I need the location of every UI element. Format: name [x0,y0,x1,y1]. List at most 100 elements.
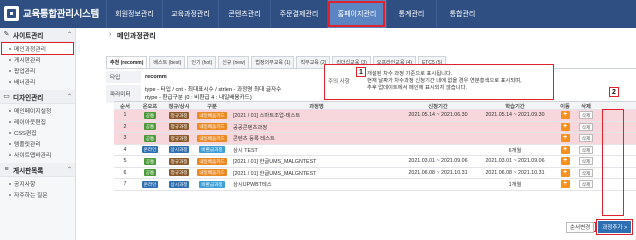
table-row: 4 온라인 상시과정 비환급과정 상시 TEST 6개월 + 삭제 [114,145,636,156]
cell-move: + [554,134,576,143]
top-menu-content[interactable]: 콘텐츠관리 [218,0,270,28]
cell-study-period: 2021.05.14 ~ 2021.09.30 [485,112,545,119]
table-body: 1 공통 정규과정 내일배움카드 [2021 / 01] 스마트조업-테스트 2021.0… [114,110,636,191]
type-tag: 비환급과정 [199,180,225,188]
sidebar-item-faq[interactable]: 자주하는 질문 [0,189,75,200]
delete-button[interactable]: 삭제 [578,122,594,131]
move-plus-icon[interactable]: + [560,157,570,166]
online-tag: 공통 [143,169,157,177]
col-no: 순서 [120,103,130,110]
online-tag: 온라인 [141,146,159,154]
sidebar-section-title: 사이트관리 [13,32,44,40]
cell-study-period: 2021.03.01 ~ 2021.09.06 [485,158,545,165]
top-menu-order[interactable]: 주문결제관리 [270,0,327,28]
reorder-button[interactable]: 순서변경 [566,221,595,233]
delete-button[interactable]: 삭제 [578,157,594,166]
sidebar-item-sitemap[interactable]: 사이트맵바관리 [0,149,75,160]
sidebar-item-banner[interactable]: 배너관리 [0,76,75,87]
online-tag: 공통 [143,157,157,165]
cell-course-name[interactable]: 상시 TEST [230,146,400,154]
cell-type: 내일배움카드 [194,134,230,142]
table-row: 6 공통 정규과정 내일배움카드 [2021 / 01] 한글UMS_MALGNTEST… [114,168,636,179]
category-tag: 정규과정 [168,169,190,177]
list-icon: ≡ [4,166,9,173]
move-plus-icon[interactable]: + [560,180,570,189]
type-tag: 내일배움카드 [197,169,227,177]
top-menu-integrated[interactable]: 통합관리 [436,0,488,28]
category-tag: 정규과정 [168,111,190,119]
tab-legal[interactable]: 법정의무교육 (1) [251,56,295,68]
cell-online: 공통 [136,123,164,131]
chevron-up-icon: ⌃ [66,94,72,100]
sidebar-item-main-course[interactable]: 메인과정관리 [1,42,74,55]
sidebar-section-boards[interactable]: ≡ 게시판목록 ⌃ [0,163,75,177]
tab-new[interactable]: 신규 (new) [218,56,250,68]
tab-hot[interactable]: 인기 (hot) [187,56,217,68]
delete-button[interactable]: 삭제 [578,168,594,177]
cell-delete: 삭제 [576,180,596,189]
move-plus-icon[interactable]: + [560,111,570,120]
cell-course-name[interactable]: [2021 / 01] 한글UMS_MALGNTEST [230,157,400,165]
cell-course-name[interactable]: 상시UPWBT테스 [230,180,400,188]
cell-no: 4 [123,146,127,153]
delete-button[interactable]: 삭제 [578,180,594,189]
cell-no: 2 [123,123,127,130]
notice-line: 현재 날짜가 차수과정 신청기간 내에 없을 경우 연분홍색으로 표시되며, [367,78,522,84]
cell-type: 내일배움카드 [194,169,230,177]
move-plus-icon[interactable]: + [560,168,570,177]
sidebar-item-notice[interactable]: 공지사항 [0,178,75,189]
delete-button[interactable]: 삭제 [578,111,594,120]
sidebar-item-layout[interactable]: 레이아웃편집 [0,116,75,127]
cell-course-name[interactable]: 콘텐츠 등록 테스트 [230,134,400,142]
cell-type: 내일배움카드 [194,111,230,119]
add-course-button[interactable]: 과정추가 > [596,219,634,235]
delete-button[interactable]: 삭제 [578,145,594,154]
sidebar-section-title: 디자인관리 [13,94,44,102]
cell-category: 정규과정 [164,169,194,177]
param-line: type - 타입 / cnt - 최대표시수 / strlen - 과정명 최… [145,87,282,93]
col-online: 온오프 [142,103,158,110]
cell-type: 내일배움카드 [194,157,230,165]
sidebar-item-template[interactable]: 템플릿관리 [0,138,75,149]
sidebar-item-main-page[interactable]: 메인페이지설정 [0,105,75,116]
sidebar-item-board[interactable]: 게시판관리 [0,54,75,65]
cell-move: + [554,157,576,166]
delete-column-highlight [602,109,624,216]
delete-button[interactable]: 삭제 [578,134,594,143]
sidebar-section-site[interactable]: ✎ 사이트관리 ⌃ [0,28,75,42]
cell-move: + [554,111,576,120]
move-plus-icon[interactable]: + [560,122,570,131]
top-menu-member[interactable]: 회원정보관리 [106,0,162,28]
logo[interactable]: 교육통합관리시스템 [4,5,99,21]
move-plus-icon[interactable]: + [560,134,570,143]
cell-course-name[interactable]: [2021 / 01] 스마트조업-테스트 [230,111,400,119]
cell-online: 온라인 [136,180,164,188]
top-menu-homepage[interactable]: 홈페이지관리 [327,0,386,28]
sidebar-item-css[interactable]: CSS편집 [0,127,75,138]
cell-online: 공통 [136,169,164,177]
online-tag: 공통 [143,123,157,131]
tab-best[interactable]: 베스트 (best) [149,56,186,68]
top-menu-course[interactable]: 교육과정관리 [162,0,218,28]
callout-badge-2: 2 [609,87,619,97]
col-type: 구분 [207,103,217,110]
cell-course-name[interactable]: 공공콘텐츠과정 [230,123,400,131]
move-plus-icon[interactable]: + [560,145,570,154]
top-menu-stats[interactable]: 통계관리 [386,0,436,28]
cell-move: + [554,168,576,177]
cell-move: + [554,180,576,189]
col-course-name: 과정명 [309,103,324,110]
type-tag: 내일배움카드 [197,134,227,142]
col-study-period: 학습기간 [505,103,525,110]
tab-recomm[interactable]: 추천 (recomm) [106,56,148,68]
sidebar-section-design[interactable]: ▭ 디자인관리 ⌃ [0,90,75,104]
online-tag: 공통 [143,111,157,119]
cell-course-name[interactable]: [2021 / 01] 한글UMS_MALGNTEST [230,169,400,177]
top-header: 교육통합관리시스템 회원정보관리 교육과정관리 콘텐츠관리 주문결제관리 홈페이… [0,0,636,28]
chevron-up-icon: ⌃ [66,32,72,38]
col-move: 이동 [560,103,570,110]
col-apply-period: 신청기간 [428,103,448,110]
page-title: 메인과정관리 [117,33,156,40]
sidebar-item-popup[interactable]: 팝업관리 [0,65,75,76]
notice-line: 개설된 차수 과정 기준으로 표시됩니다. [367,71,453,77]
